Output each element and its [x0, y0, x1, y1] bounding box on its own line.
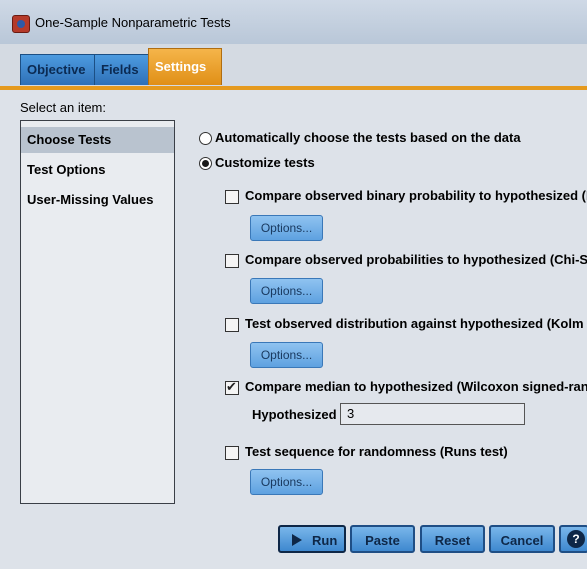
test-ks-options-button[interactable]: Options... — [250, 342, 323, 368]
radio-auto-choose-label: Automatically choose the tests based on … — [215, 130, 521, 145]
play-icon — [292, 534, 302, 546]
test-binary-label: Compare observed binary probability to h… — [245, 188, 587, 203]
help-button[interactable]: ? — [559, 525, 587, 553]
radio-customize-label: Customize tests — [215, 155, 315, 170]
test-runs-checkbox[interactable] — [225, 446, 239, 460]
tab-bar: Objective Fields Settings — [0, 44, 587, 90]
test-chisq-label: Compare observed probabilities to hypoth… — [245, 252, 587, 267]
sidebar: Choose Tests Test Options User-Missing V… — [20, 120, 175, 504]
test-ks-label: Test observed distribution against hypot… — [245, 316, 584, 331]
test-runs-options-button[interactable]: Options... — [250, 469, 323, 495]
run-button-label: Run — [312, 533, 338, 548]
test-wilcoxon-checkbox[interactable] — [225, 379, 239, 395]
test-wilcoxon-label: Compare median to hypothesized (Wilcoxon… — [245, 379, 587, 394]
title-bar: One-Sample Nonparametric Tests — [0, 0, 587, 44]
window-title: One-Sample Nonparametric Tests — [35, 15, 231, 30]
reset-button[interactable]: Reset — [420, 525, 485, 553]
paste-button[interactable]: Paste — [350, 525, 415, 553]
tab-fields[interactable]: Fields — [94, 54, 154, 85]
hypothesized-median-input[interactable]: 3 — [340, 403, 525, 425]
test-ks-checkbox[interactable] — [225, 318, 239, 332]
radio-auto-choose[interactable] — [199, 132, 212, 145]
test-binary-checkbox[interactable] — [225, 190, 239, 204]
sidebar-item-user-missing-values[interactable]: User-Missing Values — [21, 187, 174, 213]
radio-customize[interactable] — [199, 157, 212, 170]
sidebar-item-choose-tests[interactable]: Choose Tests — [21, 127, 174, 153]
test-chisq-checkbox[interactable] — [225, 254, 239, 268]
help-icon: ? — [567, 530, 585, 548]
test-chisq-options-button[interactable]: Options... — [250, 278, 323, 304]
settings-pane: Select an item: Choose Tests Test Option… — [0, 90, 587, 569]
tab-objective[interactable]: Objective — [20, 54, 98, 85]
select-item-label: Select an item: — [20, 100, 106, 115]
test-binary-options-button[interactable]: Options... — [250, 215, 323, 241]
app-icon — [12, 15, 30, 33]
cancel-button[interactable]: Cancel — [489, 525, 555, 553]
test-runs-label: Test sequence for randomness (Runs test) — [245, 444, 508, 459]
tab-settings[interactable]: Settings — [148, 48, 222, 85]
sidebar-item-test-options[interactable]: Test Options — [21, 157, 174, 183]
run-button[interactable]: Run — [278, 525, 346, 553]
